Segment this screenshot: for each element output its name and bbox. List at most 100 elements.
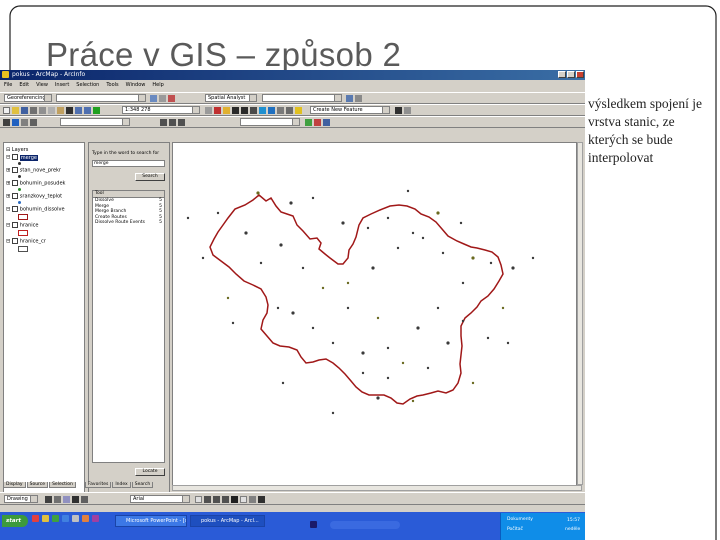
marker-color-icon[interactable] (258, 496, 265, 503)
add-data-icon[interactable] (93, 107, 100, 114)
menu-tools[interactable]: Tools (106, 82, 118, 88)
media-controls-icon[interactable] (330, 521, 400, 529)
sketch-icon[interactable] (395, 107, 402, 114)
save-icon[interactable] (21, 107, 28, 114)
text-icon[interactable] (72, 496, 79, 503)
hyperlink-icon[interactable] (295, 107, 302, 114)
new-icon[interactable] (3, 107, 10, 114)
flag-icon[interactable] (305, 119, 312, 126)
drawing-menu[interactable]: Drawing (4, 495, 38, 503)
toc-layer-hranice[interactable]: ⊟ hranice (6, 222, 38, 229)
start-button[interactable]: start (2, 515, 28, 527)
italic-icon[interactable] (169, 119, 176, 126)
layer-props-icon[interactable] (21, 119, 28, 126)
magnify-icon[interactable] (30, 119, 37, 126)
network-dropdown[interactable] (240, 118, 300, 126)
undo-icon[interactable] (75, 107, 82, 114)
tab-favorites[interactable]: Favorites (85, 482, 112, 488)
menu-insert[interactable]: Insert (55, 82, 69, 88)
quick-launch-icon[interactable] (72, 515, 79, 522)
quick-launch-icon[interactable] (82, 515, 89, 522)
pan-icon[interactable] (250, 107, 257, 114)
create-feature-dropdown[interactable]: Create New Feature (310, 106, 390, 114)
copy-icon[interactable] (48, 107, 55, 114)
maximize-button[interactable] (567, 71, 575, 78)
histogram-icon[interactable] (346, 95, 353, 102)
cut-icon[interactable] (39, 107, 46, 114)
search-input[interactable]: merge (92, 160, 165, 167)
menu-file[interactable]: File (4, 82, 12, 88)
menu-selection[interactable]: Selection (76, 82, 99, 88)
rectangle-icon[interactable] (63, 496, 70, 503)
toc-layer-bohumin-dissolve[interactable]: ⊟ bohumin_dissolve (6, 206, 65, 213)
zoom-in-icon[interactable] (232, 107, 239, 114)
media-player-icon[interactable] (310, 521, 317, 528)
layer-checkbox[interactable] (11, 167, 18, 173)
solve-icon[interactable] (323, 119, 330, 126)
spatial-analyst-dropdown[interactable]: Spatial Analyst (205, 94, 257, 102)
tray-documents[interactable]: Dokumenty (507, 517, 533, 522)
print-icon[interactable] (30, 107, 37, 114)
select-elements-icon[interactable] (3, 119, 10, 126)
barrier-icon[interactable] (314, 119, 321, 126)
quick-launch-icon[interactable] (62, 515, 69, 522)
layer-checkbox[interactable] (11, 193, 18, 199)
rotate-element-icon[interactable] (54, 496, 61, 503)
font-color-icon[interactable] (231, 496, 238, 503)
font-size-icon[interactable] (195, 496, 202, 503)
bold-icon[interactable] (204, 496, 211, 503)
map-view[interactable] (172, 142, 577, 487)
layer-dropdown[interactable] (56, 94, 146, 102)
tab-source[interactable]: Source (26, 482, 49, 488)
layer-checkbox[interactable] (11, 180, 18, 186)
quick-launch-icon[interactable] (42, 515, 49, 522)
font-dropdown[interactable]: Arial (130, 495, 190, 503)
link-icon[interactable] (168, 95, 175, 102)
tab-selection[interactable]: Selection (49, 482, 76, 488)
quick-launch-icon[interactable] (92, 515, 99, 522)
taskbar-powerpoint[interactable]: Microsoft PowerPoint - [se... (115, 515, 187, 527)
georeferencing-dropdown[interactable]: Georeferencing (4, 94, 52, 102)
search-button[interactable]: Search (135, 173, 165, 181)
editor-icon[interactable] (205, 107, 212, 114)
identify-icon[interactable] (268, 107, 275, 114)
quick-launch-icon[interactable] (52, 515, 59, 522)
fill-color-icon[interactable] (240, 496, 247, 503)
paste-icon[interactable] (57, 107, 64, 114)
toc-layer-hranice-cr[interactable]: ⊟ hranice_cr (6, 238, 46, 245)
layer-checkbox[interactable] (11, 238, 18, 244)
tab-search[interactable]: Search (131, 482, 154, 488)
rotate-icon[interactable] (150, 95, 157, 102)
bold-icon[interactable] (160, 119, 167, 126)
quick-launch-icon[interactable] (32, 515, 39, 522)
menu-edit[interactable]: Edit (19, 82, 29, 88)
locate-button[interactable]: Locate (135, 468, 165, 476)
close-button[interactable] (576, 71, 584, 78)
menu-view[interactable]: View (36, 82, 48, 88)
arccatalog-icon[interactable] (223, 107, 230, 114)
toc-layer-sranzkovy[interactable]: ⊞ sranzkovy_teplot (6, 193, 62, 200)
minimize-button[interactable] (558, 71, 566, 78)
menu-help[interactable]: Help (152, 82, 163, 88)
underline-icon[interactable] (222, 496, 229, 503)
line-color-icon[interactable] (249, 496, 256, 503)
info-icon[interactable] (12, 119, 19, 126)
full-extent-icon[interactable] (259, 107, 266, 114)
tab-index[interactable]: Index (112, 482, 131, 488)
toc-layer-stan[interactable]: ⊞ stan_nove_prekr (6, 167, 61, 174)
arctoolbox-icon[interactable] (214, 107, 221, 114)
symbol-dropdown[interactable] (60, 118, 130, 126)
redo-icon[interactable] (84, 107, 91, 114)
tray-computer[interactable]: Počítač (507, 527, 523, 532)
find-icon[interactable] (277, 107, 284, 114)
vertical-scrollbar[interactable] (577, 142, 583, 485)
scale-input[interactable]: 1:348 278 (122, 106, 200, 114)
analyst-layer-dropdown[interactable] (262, 94, 342, 102)
select-pointer-icon[interactable] (45, 496, 52, 503)
italic-icon[interactable] (213, 496, 220, 503)
toc-layer-bohumin-posudek[interactable]: ⊞ bohumin_posudek (6, 180, 65, 187)
toc-root[interactable]: ⊟ Layers (6, 147, 28, 153)
edit-vertices-icon[interactable] (81, 496, 88, 503)
table-icon[interactable] (355, 95, 362, 102)
layer-checkbox[interactable] (11, 154, 18, 160)
